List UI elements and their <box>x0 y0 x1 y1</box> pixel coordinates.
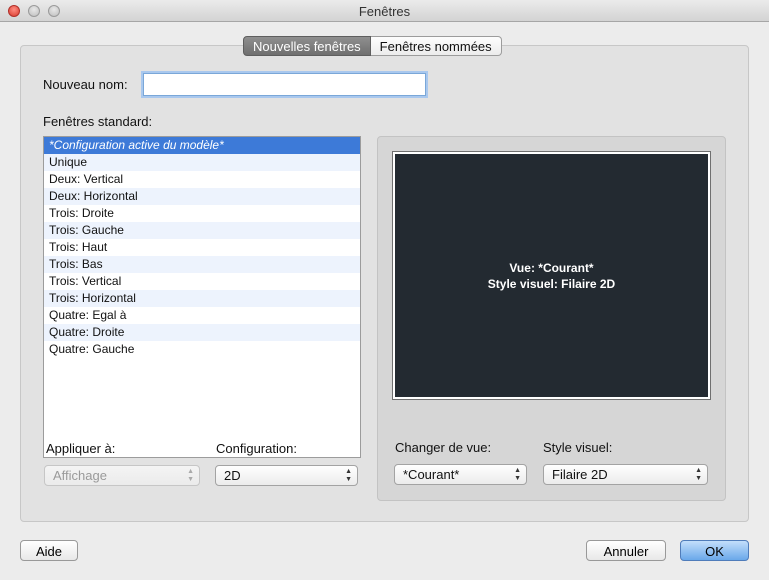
configuration-label: Configuration: <box>216 441 297 456</box>
visual-style-value: Filaire 2D <box>552 467 608 482</box>
configuration-value: 2D <box>224 468 241 483</box>
ok-button[interactable]: OK <box>680 540 749 561</box>
tab-new-viewports[interactable]: Nouvelles fenêtres <box>243 36 371 56</box>
new-name-input[interactable] <box>143 73 426 96</box>
list-item[interactable]: Quatre: Gauche <box>44 341 360 358</box>
list-item[interactable]: Quatre: Droite <box>44 324 360 341</box>
list-item[interactable]: Deux: Vertical <box>44 171 360 188</box>
visual-style-label: Style visuel: <box>543 440 613 455</box>
new-name-label: Nouveau nom: <box>43 77 128 92</box>
popup-arrows-icon: ▲ ▼ <box>514 467 521 482</box>
popup-arrows-icon: ▲ ▼ <box>695 467 702 482</box>
standard-viewports-label: Fenêtres standard: <box>43 114 153 129</box>
preview-style-text: Style visuel: Filaire 2D <box>487 276 616 291</box>
cancel-button[interactable]: Annuler <box>586 540 666 561</box>
list-item[interactable]: Unique <box>44 154 360 171</box>
popup-arrows-icon: ▲ ▼ <box>345 468 352 483</box>
window-title: Fenêtres <box>358 4 411 19</box>
tab-bar: Nouvelles fenêtres Fenêtres nommées <box>243 36 502 56</box>
list-item[interactable]: Quatre: Egal à <box>44 307 360 324</box>
apply-to-value: Affichage <box>53 468 107 483</box>
apply-to-label: Appliquer à: <box>46 441 116 456</box>
title-bar: Fenêtres <box>0 0 769 22</box>
popup-arrows-icon: ▲ ▼ <box>187 468 194 483</box>
change-view-value: *Courant* <box>403 467 460 482</box>
viewport-preview: Vue: *Courant* Style visuel: Filaire 2D <box>392 151 711 400</box>
visual-style-popup[interactable]: Filaire 2D ▲ ▼ <box>543 464 708 485</box>
list-item[interactable]: Trois: Bas <box>44 256 360 273</box>
list-item[interactable]: Deux: Horizontal <box>44 188 360 205</box>
list-item[interactable]: *Configuration active du modèle* <box>44 137 360 154</box>
help-button[interactable]: Aide <box>20 540 78 561</box>
standard-viewports-list[interactable]: *Configuration active du modèle* Unique De… <box>43 136 361 458</box>
change-view-popup[interactable]: *Courant* ▲ ▼ <box>394 464 527 485</box>
apply-to-popup[interactable]: Affichage ▲ ▼ <box>44 465 200 486</box>
configuration-popup[interactable]: 2D ▲ ▼ <box>215 465 358 486</box>
list-item[interactable]: Trois: Horizontal <box>44 290 360 307</box>
list-item[interactable]: Trois: Gauche <box>44 222 360 239</box>
list-item[interactable]: Trois: Vertical <box>44 273 360 290</box>
preview-view-text: Vue: *Courant* <box>509 260 594 275</box>
tab-named-viewports[interactable]: Fenêtres nommées <box>370 36 502 56</box>
list-item[interactable]: Trois: Haut <box>44 239 360 256</box>
list-item[interactable]: Trois: Droite <box>44 205 360 222</box>
change-view-label: Changer de vue: <box>395 440 492 455</box>
